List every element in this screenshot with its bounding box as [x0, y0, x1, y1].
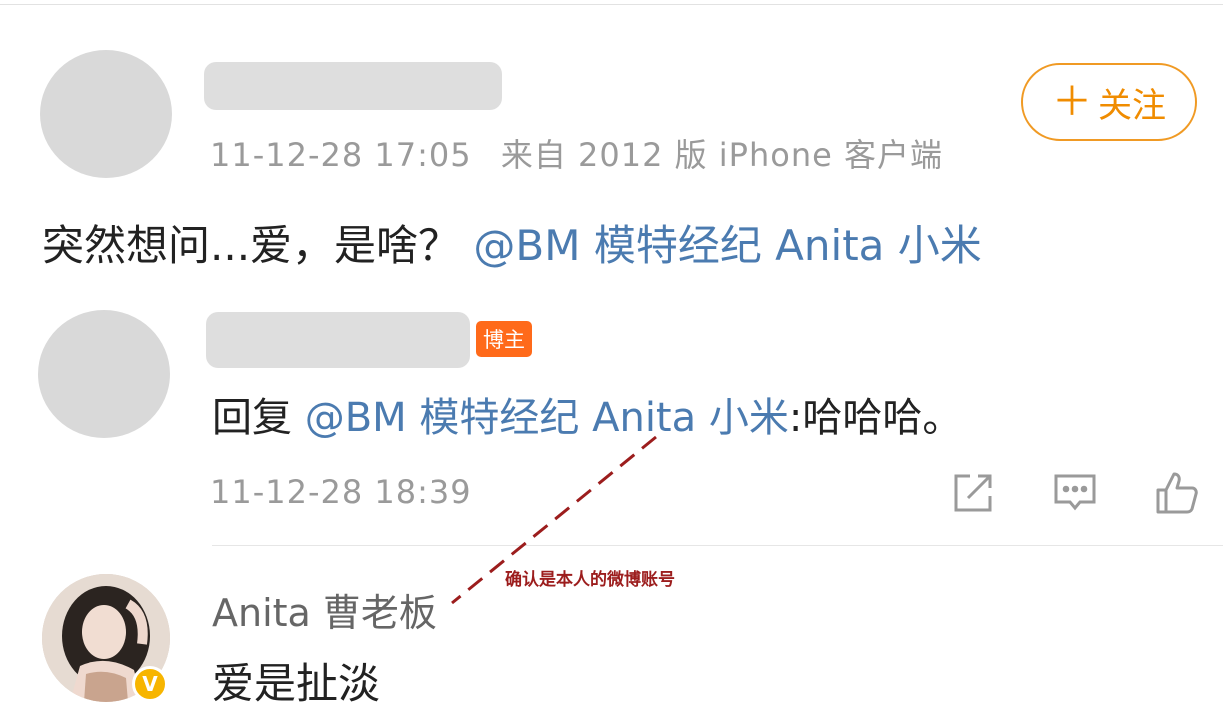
- annotation-label: 确认是本人的微博账号: [505, 570, 675, 590]
- annotation-arrow: [451, 435, 657, 605]
